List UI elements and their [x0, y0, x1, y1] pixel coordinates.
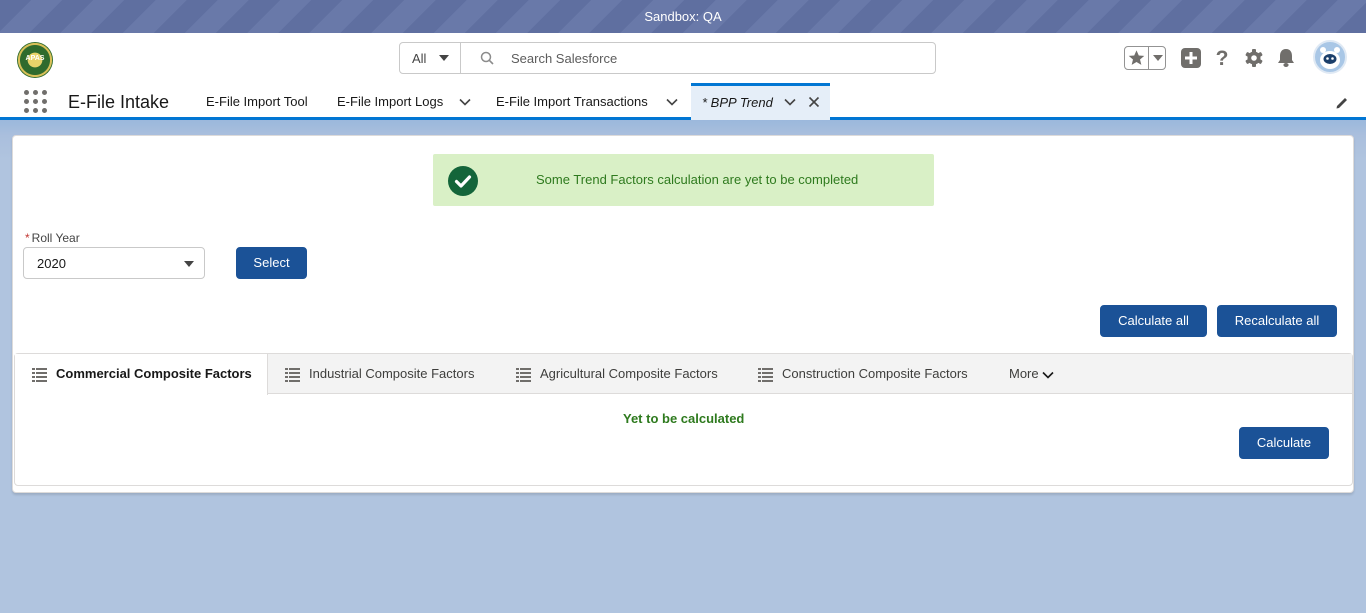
tab-industrial-composite-factors[interactable]: Industrial Composite Factors [285, 354, 495, 394]
required-mark: * [25, 231, 30, 245]
close-icon[interactable] [808, 96, 820, 108]
tab-more-overflow[interactable]: More [1009, 354, 1039, 394]
chevron-down-icon[interactable] [784, 96, 796, 108]
help-icon[interactable]: ? [1211, 47, 1233, 69]
tab-agricultural-composite-factors[interactable]: Agricultural Composite Factors [516, 354, 741, 394]
chevron-down-icon[interactable] [1042, 369, 1054, 381]
chevron-down-icon[interactable] [666, 96, 678, 108]
success-check-icon [448, 166, 478, 196]
nav-tab-label: * BPP Trend [702, 95, 773, 110]
nav-tab-bpp-trend[interactable]: * BPP Trend [691, 83, 830, 120]
nav-item-efile-import-logs[interactable]: E-File Import Logs [337, 83, 443, 120]
table-list-icon [285, 368, 300, 382]
tab-label: Commercial Composite Factors [56, 366, 252, 381]
logo-text: APAS [25, 55, 45, 62]
table-list-icon [516, 368, 531, 382]
org-logo[interactable]: APAS [17, 42, 53, 78]
nav-item-efile-import-tool[interactable]: E-File Import Tool [206, 83, 308, 120]
svg-text:?: ? [1216, 47, 1229, 69]
edit-nav-pencil-icon[interactable] [1335, 96, 1349, 110]
sandbox-label: Sandbox: QA [644, 9, 722, 24]
roll-year-label-text: Roll Year [31, 231, 80, 245]
global-create-icon[interactable] [1180, 47, 1202, 69]
roll-year-select[interactable]: 2020 [23, 247, 205, 279]
tab-construction-composite-factors[interactable]: Construction Composite Factors [758, 354, 983, 394]
favorites-star-icon[interactable] [1127, 48, 1146, 68]
calculate-button[interactable]: Calculate [1239, 427, 1329, 459]
global-search: All [399, 42, 936, 74]
favorites-divider [1148, 47, 1149, 69]
tab-label: Industrial Composite Factors [309, 366, 475, 381]
sandbox-banner: Sandbox: QA [0, 0, 1366, 33]
notifications-bell-icon[interactable] [1275, 47, 1297, 69]
search-scope-label: All [412, 51, 427, 66]
tab-label: Construction Composite Factors [782, 366, 968, 381]
roll-year-value: 2020 [37, 256, 66, 271]
table-list-icon [32, 368, 47, 382]
composite-factors-tabset: Commercial Composite Factors Industrial … [14, 353, 1353, 486]
roll-year-label: * Roll Year [25, 231, 80, 245]
select-button[interactable]: Select [236, 247, 307, 279]
favorites-list-caret-icon[interactable] [1153, 55, 1163, 61]
app-launcher-waffle-icon[interactable] [24, 90, 48, 114]
tab-label: Agricultural Composite Factors [540, 366, 718, 381]
tab-commercial-composite-factors[interactable]: Commercial Composite Factors [15, 354, 268, 395]
status-toast: Some Trend Factors calculation are yet t… [433, 154, 934, 206]
recalculate-all-button[interactable]: Recalculate all [1217, 305, 1337, 337]
calculation-status-text: Yet to be calculated [623, 411, 745, 426]
setup-gear-icon[interactable] [1243, 47, 1265, 69]
global-header: APAS All ? [0, 33, 1366, 83]
search-icon [480, 51, 494, 65]
favorites-button-group [1124, 46, 1166, 70]
navigation-bar: E-File Intake E-File Import Tool E-File … [0, 83, 1366, 120]
bpp-trend-card: Some Trend Factors calculation are yet t… [12, 135, 1354, 493]
caret-down-icon [439, 55, 449, 61]
search-scope-dropdown[interactable]: All [400, 43, 461, 73]
user-avatar[interactable] [1313, 40, 1347, 74]
table-list-icon [758, 368, 773, 382]
app-name: E-File Intake [68, 92, 170, 112]
calculate-all-button[interactable]: Calculate all [1100, 305, 1207, 337]
chevron-down-icon[interactable] [459, 96, 471, 108]
nav-item-efile-import-transactions[interactable]: E-File Import Transactions [496, 83, 648, 120]
search-input[interactable] [511, 48, 911, 68]
astro-avatar-icon [1320, 47, 1340, 69]
tab-bar: Commercial Composite Factors Industrial … [15, 354, 1352, 395]
toast-message: Some Trend Factors calculation are yet t… [536, 172, 859, 187]
caret-down-icon [184, 261, 194, 267]
